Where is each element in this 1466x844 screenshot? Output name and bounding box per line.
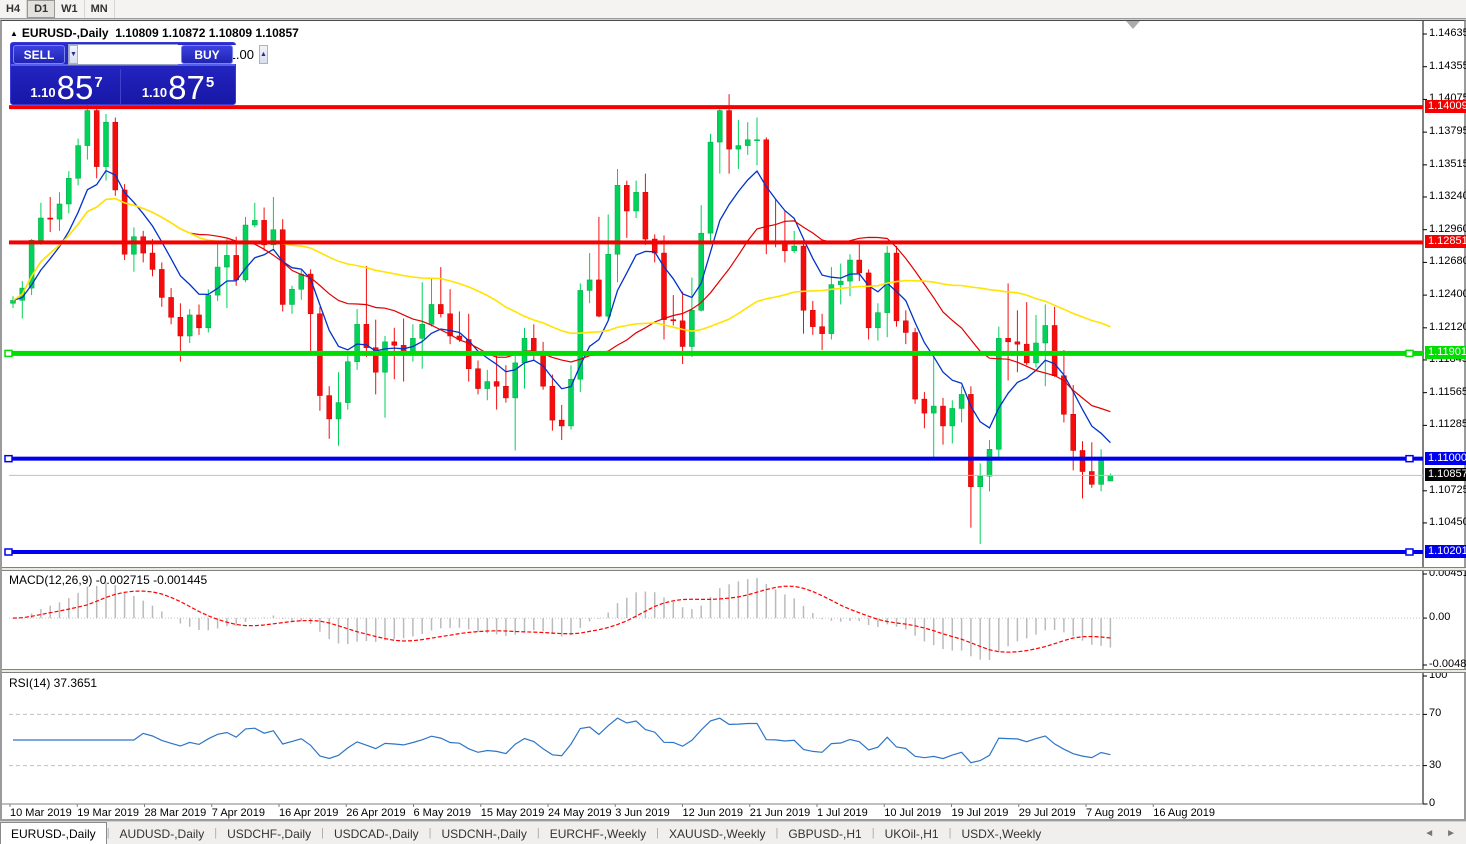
axis-tick-label: 1.10725 bbox=[1429, 483, 1466, 496]
timeframe-button-MN[interactable]: MN bbox=[85, 0, 115, 18]
tab-gbpusd-h1[interactable]: GBPUSD-,H1 bbox=[778, 824, 871, 844]
chart-shift-marker-icon bbox=[1126, 21, 1140, 29]
date-tick-label: 3 Jun 2019 bbox=[615, 807, 670, 819]
buy-button[interactable]: BUY bbox=[181, 45, 233, 64]
volume-decrease-button[interactable]: ▼ bbox=[69, 45, 78, 64]
tab-usdcnh-daily[interactable]: USDCNH-,Daily bbox=[432, 824, 537, 844]
axis-tick-label: 1.14355 bbox=[1429, 59, 1466, 72]
axis-tick-label: 0.00 bbox=[1429, 611, 1451, 624]
axis-tick-label: 1.10450 bbox=[1429, 515, 1466, 528]
tab-scroll-left-icon[interactable]: ◄ bbox=[1424, 828, 1434, 839]
tab-usdx-weekly[interactable]: USDX-,Weekly bbox=[951, 824, 1051, 844]
tab-ukoil-h1[interactable]: UKOil-,H1 bbox=[875, 824, 949, 844]
sell-button[interactable]: SELL bbox=[13, 45, 65, 64]
price-level-badge: 1.12851 bbox=[1425, 235, 1466, 249]
tab-eurusd-daily[interactable]: EURUSD-,Daily bbox=[0, 822, 107, 844]
buy-price-prefix: 1.10 bbox=[141, 85, 168, 100]
date-tick-label: 12 Jun 2019 bbox=[682, 807, 744, 819]
tab-xauusd-weekly[interactable]: XAUUSD-,Weekly bbox=[659, 824, 775, 844]
buy-price-big: 87 bbox=[168, 69, 205, 106]
chart-symbol-label: EURUSD-,Daily bbox=[21, 26, 109, 40]
price-level-badge: 1.10201 bbox=[1425, 545, 1466, 558]
date-tick-label: 10 Mar 2019 bbox=[10, 807, 72, 819]
date-tick-label: 16 Apr 2019 bbox=[279, 807, 339, 819]
axis-tick-label: 70 bbox=[1429, 707, 1442, 720]
timeframe-button-D1[interactable]: D1 bbox=[27, 0, 56, 18]
pane-splitter[interactable] bbox=[2, 669, 1466, 673]
tab-scroll-right-icon[interactable]: ► bbox=[1446, 828, 1456, 839]
sell-price-big: 85 bbox=[56, 69, 94, 106]
buy-price-sup: 5 bbox=[205, 74, 215, 91]
axis-tick-label: 1.12120 bbox=[1429, 320, 1466, 333]
date-tick-label: 28 Mar 2019 bbox=[144, 807, 207, 819]
collapse-triangle-icon[interactable]: ▲ bbox=[10, 29, 18, 38]
buy-price-display[interactable]: 1.10 87 5 bbox=[123, 69, 233, 104]
date-tick-label: 7 Apr 2019 bbox=[211, 807, 265, 819]
date-tick-label: 19 Jul 2019 bbox=[951, 807, 1009, 819]
date-tick-label: 26 Apr 2019 bbox=[346, 807, 406, 819]
axis-tick-label: 30 bbox=[1429, 758, 1442, 771]
chart-title: ▲ EURUSD-,Daily 1.10809 1.10872 1.10809 1… bbox=[10, 26, 299, 40]
one-click-trading-panel: SELL ▼ ▲ BUY 1.10 85 7 1.10 87 5 bbox=[10, 42, 268, 105]
sell-price-sup: 7 bbox=[94, 74, 103, 91]
date-tick-label: 19 Mar 2019 bbox=[77, 807, 140, 819]
axis-tick-label: 1.13515 bbox=[1429, 157, 1466, 170]
axis-tick-label: 1.13240 bbox=[1429, 189, 1466, 202]
axis-tick-label: 0 bbox=[1429, 797, 1436, 809]
axis-tick-label: 1.12400 bbox=[1429, 288, 1466, 301]
axis-tick-label: 1.13795 bbox=[1429, 125, 1466, 138]
rsi-label: RSI(14) 37.3651 bbox=[9, 676, 98, 690]
date-tick-label: 21 Jun 2019 bbox=[749, 807, 811, 819]
main-chart-canvas[interactable] bbox=[2, 21, 1466, 821]
timeframe-button-H4[interactable]: H4 bbox=[0, 0, 28, 18]
symbol-tab-bar: EURUSD-,Daily | AUDUSD-,Daily | USDCHF-,Dail… bbox=[0, 822, 1466, 844]
axis-tick-label: 1.14635 bbox=[1429, 27, 1466, 39]
sell-price-prefix: 1.10 bbox=[30, 85, 56, 100]
price-level-badge: 1.10857 bbox=[1425, 468, 1466, 482]
chart-ohlc-label: 1.10809 1.10872 1.10809 1.10857 bbox=[115, 26, 299, 40]
pane-splitter[interactable] bbox=[2, 567, 1466, 571]
date-tick-label: 24 May 2019 bbox=[548, 807, 612, 819]
chart-window[interactable]: ▲ EURUSD-,Daily 1.10809 1.10872 1.10809 1… bbox=[0, 20, 1466, 821]
axis-tick-label: 1.12680 bbox=[1429, 255, 1466, 268]
date-tick-label: 6 May 2019 bbox=[413, 807, 471, 819]
axis-tick-label: 1.11285 bbox=[1429, 418, 1466, 431]
date-tick-label: 16 Aug 2019 bbox=[1153, 807, 1216, 819]
date-tick-label: 15 May 2019 bbox=[480, 807, 545, 819]
price-level-badge: 1.14009 bbox=[1425, 100, 1466, 114]
tab-eurchf-weekly[interactable]: EURCHF-,Weekly bbox=[540, 824, 656, 844]
date-tick-label: 7 Aug 2019 bbox=[1086, 807, 1142, 819]
volume-increase-button[interactable]: ▲ bbox=[258, 45, 268, 64]
axis-tick-label: 1.11565 bbox=[1429, 385, 1466, 398]
price-level-badge: 1.11901 bbox=[1425, 346, 1466, 360]
axis-tick-label: 1.12960 bbox=[1429, 222, 1466, 235]
date-tick-label: 10 Jul 2019 bbox=[884, 807, 942, 819]
volume-spinner: ▼ ▲ bbox=[68, 44, 268, 65]
tab-usdchf-daily[interactable]: USDCHF-,Daily bbox=[217, 824, 321, 844]
date-tick-label: 29 Jul 2019 bbox=[1018, 807, 1076, 819]
tab-usdcad-daily[interactable]: USDCAD-,Daily bbox=[324, 824, 429, 844]
date-tick-label: 1 Jul 2019 bbox=[817, 807, 868, 819]
sell-price-display[interactable]: 1.10 85 7 bbox=[13, 69, 121, 104]
timeframe-button-W1[interactable]: W1 bbox=[55, 0, 85, 18]
timeframe-toolbar: H4 D1 W1 MN bbox=[0, 0, 1466, 19]
price-level-badge: 1.11000 bbox=[1425, 451, 1466, 465]
tab-audusd-daily[interactable]: AUDUSD-,Daily bbox=[110, 824, 215, 844]
macd-label: MACD(12,26,9) -0.002715 -0.001445 bbox=[9, 573, 208, 587]
